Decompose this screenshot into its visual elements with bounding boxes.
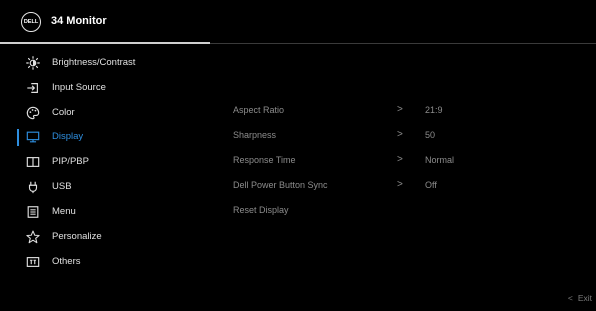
- setting-value: 50: [425, 130, 436, 140]
- sidebar-item-label: Others: [52, 256, 81, 267]
- setting-label: Sharpness: [233, 130, 277, 140]
- osd-header: DELL 34 Monitor: [0, 0, 596, 44]
- others-icon: [25, 254, 41, 270]
- setting-reset-display[interactable]: Reset Display: [233, 203, 573, 221]
- sidebar-item-label: USB: [52, 181, 72, 192]
- sidebar-item-label: PIP/PBP: [52, 156, 89, 167]
- star-icon: [25, 229, 41, 245]
- sidebar-item-brightness-contrast[interactable]: Brightness/Contrast: [0, 52, 210, 74]
- sidebar-item-label: Personalize: [52, 231, 102, 242]
- sidebar-item-pip-pbp[interactable]: PIP/PBP: [0, 151, 210, 173]
- sidebar-item-menu[interactable]: Menu: [0, 201, 210, 223]
- sidebar-item-label: Brightness/Contrast: [52, 57, 136, 68]
- setting-value: 21:9: [425, 105, 443, 115]
- display-monitor-icon: [25, 129, 41, 145]
- monitor-title: 34 Monitor: [51, 15, 107, 27]
- header-divider-active: [0, 42, 210, 44]
- setting-label: Reset Display: [233, 205, 289, 215]
- exit-button[interactable]: < Exit: [568, 293, 592, 303]
- setting-label: Dell Power Button Sync: [233, 180, 328, 190]
- sidebar-item-personalize[interactable]: Personalize: [0, 226, 210, 248]
- active-indicator: [17, 129, 19, 146]
- chevron-left-icon: <: [567, 293, 573, 303]
- setting-response-time[interactable]: Response Time > Normal: [233, 153, 573, 171]
- input-source-icon: [25, 80, 41, 96]
- chevron-right-icon: >: [397, 179, 403, 190]
- sidebar-item-input-source[interactable]: Input Source: [0, 77, 210, 99]
- brightness-icon: [25, 55, 41, 71]
- sidebar-item-label: Display: [52, 131, 84, 142]
- dell-logo: DELL: [21, 12, 41, 32]
- usb-power-icon: [25, 179, 41, 195]
- sidebar-item-others[interactable]: Others: [0, 251, 210, 273]
- menu-icon: [25, 204, 41, 220]
- color-palette-icon: [25, 105, 41, 121]
- setting-sharpness[interactable]: Sharpness > 50: [233, 128, 573, 146]
- chevron-right-icon: >: [397, 129, 403, 140]
- sidebar-item-label: Menu: [52, 206, 76, 217]
- sidebar-item-label: Color: [52, 107, 75, 118]
- setting-aspect-ratio[interactable]: Aspect Ratio > 21:9: [233, 103, 573, 121]
- setting-value: Normal: [425, 155, 455, 165]
- sidebar-item-color[interactable]: Color: [0, 102, 210, 124]
- pip-pbp-icon: [25, 154, 41, 170]
- setting-value: Off: [425, 180, 437, 190]
- exit-label: Exit: [577, 293, 592, 303]
- setting-dell-power-button-sync[interactable]: Dell Power Button Sync > Off: [233, 178, 573, 196]
- setting-label: Aspect Ratio: [233, 105, 285, 115]
- chevron-right-icon: >: [397, 154, 403, 165]
- header-divider: [210, 42, 596, 44]
- sidebar-item-usb[interactable]: USB: [0, 176, 210, 198]
- setting-label: Response Time: [233, 155, 296, 165]
- chevron-right-icon: >: [397, 104, 403, 115]
- sidebar-item-label: Input Source: [52, 82, 106, 93]
- sidebar-item-display[interactable]: Display: [0, 126, 210, 148]
